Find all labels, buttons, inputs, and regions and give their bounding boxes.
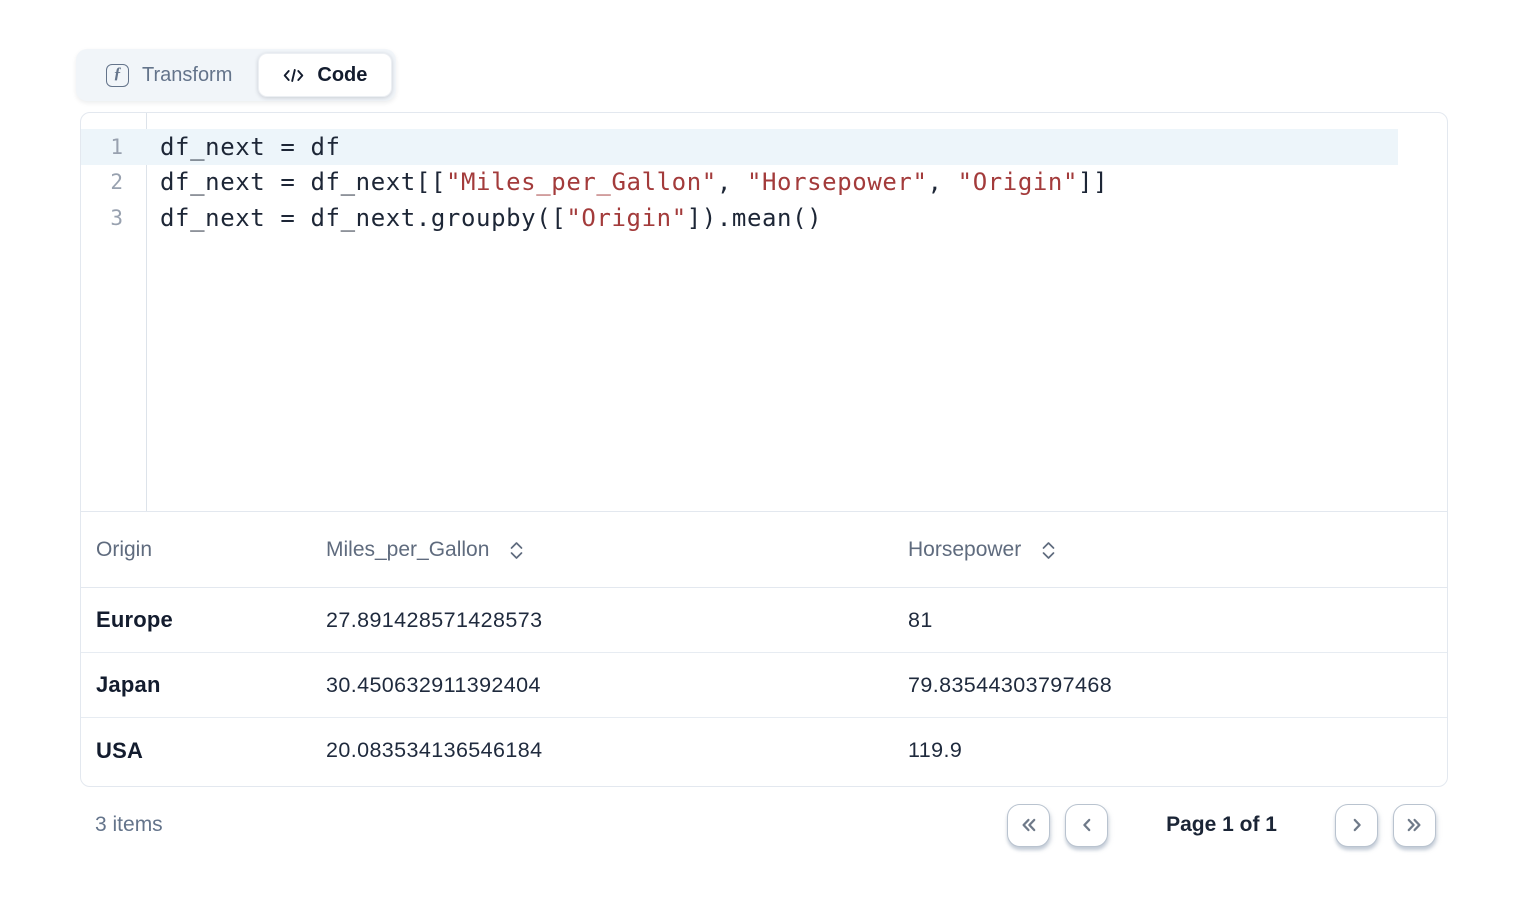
code-token: , <box>928 168 958 196</box>
line-number: 3 <box>81 206 147 230</box>
items-count: 3 items <box>80 813 163 837</box>
tab-code-label: Code <box>317 64 367 87</box>
code-string-token: "Horsepower" <box>747 168 928 196</box>
code-token: df_next = df <box>160 133 341 161</box>
table-row[interactable]: Japan 30.450632911392404 79.835443037974… <box>81 653 1447 718</box>
cell-origin: Europe <box>81 607 326 633</box>
double-chevron-right-icon <box>1405 817 1424 833</box>
cell-origin: USA <box>81 738 326 764</box>
line-number: 1 <box>81 135 147 159</box>
code-string-token: "Origin" <box>958 168 1078 196</box>
last-page-button[interactable] <box>1393 804 1436 847</box>
cell-horsepower: 79.83544303797468 <box>908 673 1447 698</box>
table-footer: 3 items Page 1 of 1 <box>80 799 1448 851</box>
column-header-label: Horsepower <box>908 538 1021 562</box>
code-line[interactable]: 1 df_next = df <box>81 129 1398 165</box>
tab-transform-label: Transform <box>142 64 232 87</box>
code-token: ]] <box>1078 168 1108 196</box>
previous-page-button[interactable] <box>1065 804 1108 847</box>
code-line[interactable]: 2 df_next = df_next[["Miles_per_Gallon",… <box>81 165 1447 201</box>
column-header-miles-per-gallon[interactable]: Miles_per_Gallon <box>326 538 908 562</box>
column-header-label: Origin <box>96 538 152 561</box>
cell-origin: Japan <box>81 672 326 698</box>
table-header-row: Origin Miles_per_Gallon Horsepower <box>81 512 1447 588</box>
code-line[interactable]: 3 df_next = df_next.groupby(["Origin"]).… <box>81 200 1447 236</box>
code-editor[interactable]: 1 df_next = df 2 df_next = df_next[["Mil… <box>81 113 1447 512</box>
widget-panel: 1 df_next = df 2 df_next = df_next[["Mil… <box>80 112 1448 787</box>
function-icon: ƒ <box>106 64 129 87</box>
cell-miles-per-gallon: 20.083534136546184 <box>326 738 908 763</box>
code-token: df_next = df_next.groupby([ <box>160 204 566 232</box>
cell-horsepower: 119.9 <box>908 738 1447 763</box>
tab-transform[interactable]: ƒ Transform <box>80 53 258 97</box>
code-token: df_next = df_next[[ <box>160 168 446 196</box>
code-line-text: df_next = df_next[["Miles_per_Gallon", "… <box>147 168 1108 196</box>
code-token: , <box>717 168 747 196</box>
cell-horsepower: 81 <box>908 608 1447 633</box>
code-string-token: "Miles_per_Gallon" <box>446 168 717 196</box>
table-row[interactable]: USA 20.083534136546184 119.9 <box>81 718 1447 783</box>
code-string-token: "Origin" <box>566 204 686 232</box>
column-header-horsepower[interactable]: Horsepower <box>908 538 1447 562</box>
next-page-button[interactable] <box>1335 804 1378 847</box>
tab-code[interactable]: Code <box>258 53 392 97</box>
cell-miles-per-gallon: 27.891428571428573 <box>326 608 908 633</box>
sort-icon[interactable] <box>1041 540 1056 561</box>
chevron-left-icon <box>1079 817 1095 833</box>
double-chevron-left-icon <box>1019 817 1038 833</box>
code-token: ]).mean() <box>687 204 822 232</box>
page-indicator: Page 1 of 1 <box>1166 813 1277 837</box>
result-table: Origin Miles_per_Gallon Horsepower <box>81 512 1447 783</box>
code-lines: 1 df_next = df 2 df_next = df_next[["Mil… <box>81 129 1447 236</box>
table-body: Europe 27.891428571428573 81 Japan 30.45… <box>81 588 1447 783</box>
view-switcher: ƒ Transform Code <box>76 49 396 101</box>
first-page-button[interactable] <box>1007 804 1050 847</box>
code-line-text: df_next = df <box>147 133 341 161</box>
code-line-text: df_next = df_next.groupby(["Origin"]).me… <box>147 204 822 232</box>
cell-miles-per-gallon: 30.450632911392404 <box>326 673 908 698</box>
column-header-origin: Origin <box>81 538 326 562</box>
table-row[interactable]: Europe 27.891428571428573 81 <box>81 588 1447 653</box>
line-number: 2 <box>81 170 147 194</box>
pagination: Page 1 of 1 <box>1007 804 1448 847</box>
column-header-label: Miles_per_Gallon <box>326 538 489 562</box>
sort-icon[interactable] <box>509 540 524 561</box>
chevron-right-icon <box>1349 817 1365 833</box>
code-icon <box>283 67 304 84</box>
